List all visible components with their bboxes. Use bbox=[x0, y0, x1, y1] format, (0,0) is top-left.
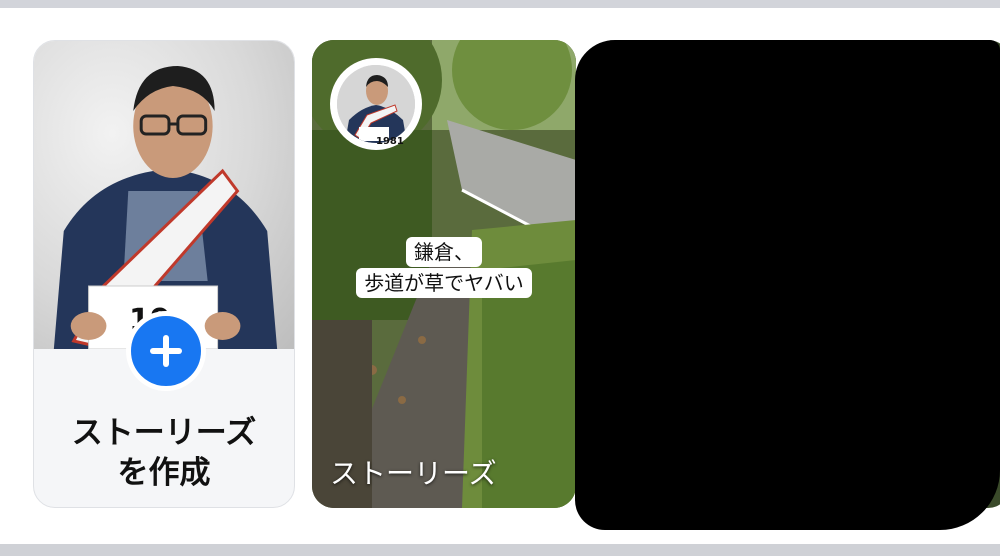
create-story-label: ストーリーズ を作成 bbox=[34, 413, 294, 493]
avatar-badge-number: 1981 bbox=[376, 136, 404, 147]
avatar-photo: 1981 bbox=[334, 62, 418, 147]
story-card[interactable]: 1981 鎌倉、 歩道が草でヤバい ストーリーズ bbox=[312, 40, 576, 508]
story-title: ストーリーズ bbox=[330, 457, 497, 490]
create-story-card[interactable]: 19 ストーリーズ を作成 bbox=[33, 40, 295, 508]
story-caption-text-2: 歩道が草でヤバい bbox=[356, 268, 532, 298]
add-story-button[interactable] bbox=[126, 311, 206, 391]
story-author-avatar[interactable]: 1981 bbox=[330, 58, 422, 150]
bottom-divider bbox=[0, 544, 1000, 556]
top-divider bbox=[0, 0, 1000, 8]
plus-icon bbox=[150, 335, 182, 367]
story-caption-text-1: 鎌倉、 bbox=[406, 237, 482, 267]
profile-photo: 19 bbox=[34, 41, 294, 349]
create-story-label-line2: を作成 bbox=[117, 455, 211, 491]
create-story-label-line1: ストーリーズ bbox=[71, 415, 257, 451]
story-caption-line2: 歩道が草でヤバい bbox=[312, 268, 576, 298]
redaction-overlay bbox=[575, 40, 1000, 530]
story-caption-line1: 鎌倉、 bbox=[312, 237, 576, 267]
